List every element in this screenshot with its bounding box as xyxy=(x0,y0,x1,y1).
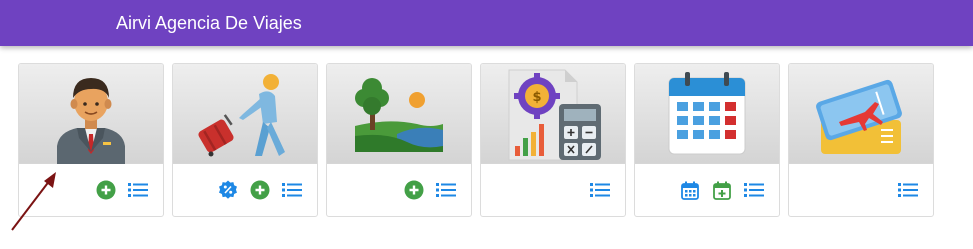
card-schedule xyxy=(634,63,780,217)
card-destinations xyxy=(326,63,472,217)
top-app-bar: Airvi Agencia De Viajes xyxy=(0,0,973,46)
calendar-view-icon[interactable] xyxy=(679,179,701,201)
card-tickets xyxy=(788,63,934,217)
app-title[interactable]: Airvi Agencia De Viajes xyxy=(116,12,302,34)
svg-text:$: $ xyxy=(532,90,541,105)
list-icon[interactable] xyxy=(589,179,611,201)
flight-tickets-illustration[interactable] xyxy=(789,64,933,164)
card-actions xyxy=(789,164,933,216)
discount-icon[interactable] xyxy=(217,179,239,201)
list-icon[interactable] xyxy=(281,179,303,201)
list-icon[interactable] xyxy=(127,179,149,201)
card-actions xyxy=(635,164,779,216)
card-trips xyxy=(172,63,318,217)
agent-illustration[interactable] xyxy=(19,64,163,164)
landscape-illustration[interactable] xyxy=(327,64,471,164)
add-icon[interactable] xyxy=(249,179,271,201)
card-actions xyxy=(481,164,625,216)
card-actions xyxy=(327,164,471,216)
annotation-arrow-icon xyxy=(11,172,56,231)
card-actions xyxy=(173,164,317,216)
finance-calculator-illustration[interactable]: $ xyxy=(481,64,625,164)
list-icon[interactable] xyxy=(435,179,457,201)
list-icon[interactable] xyxy=(743,179,765,201)
card-finance: $ xyxy=(480,63,626,217)
list-icon[interactable] xyxy=(897,179,919,201)
add-icon[interactable] xyxy=(95,179,117,201)
calendar-illustration[interactable] xyxy=(635,64,779,164)
add-icon[interactable] xyxy=(403,179,425,201)
calendar-add-icon[interactable] xyxy=(711,179,733,201)
traveler-illustration[interactable] xyxy=(173,64,317,164)
